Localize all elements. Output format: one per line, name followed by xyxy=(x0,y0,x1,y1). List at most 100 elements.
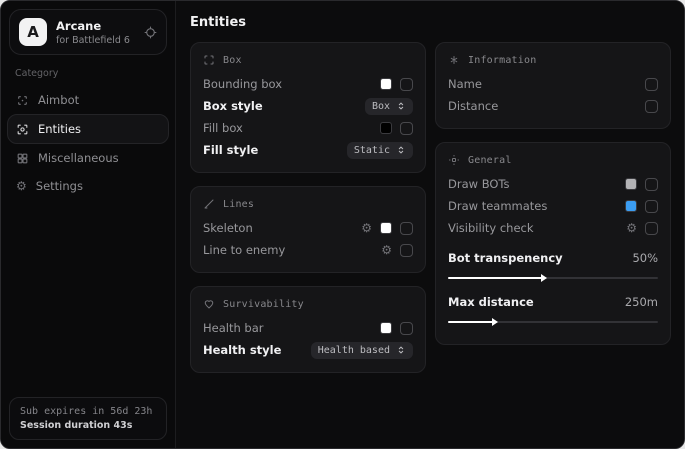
general-card: General Draw BOTs Draw teammates xyxy=(435,142,671,345)
dropdown-value: Health based xyxy=(318,345,390,356)
setting-row: Draw teammates xyxy=(448,195,658,217)
sidebar-item-miscellaneous[interactable]: Miscellaneous xyxy=(7,144,169,172)
crosshair-icon xyxy=(16,94,29,107)
color-swatch[interactable] xyxy=(380,222,392,234)
box-corners-icon xyxy=(203,54,215,66)
setting-label: Draw BOTs xyxy=(448,177,510,191)
setting-label: Line to enemy xyxy=(203,243,285,257)
sidebar-item-aimbot[interactable]: Aimbot xyxy=(7,86,169,114)
setting-row: Visibility check ⚙ xyxy=(448,217,658,239)
health-style-dropdown[interactable]: Health based xyxy=(311,342,413,359)
brand-avatar: A xyxy=(19,18,47,46)
category-label: Category xyxy=(15,68,161,79)
box-card: Box Bounding box Box style Box xyxy=(190,42,426,173)
checkbox[interactable] xyxy=(400,122,413,135)
general-card-header: General xyxy=(448,154,658,166)
color-swatch[interactable] xyxy=(380,322,392,334)
setting-label: Health style xyxy=(203,343,281,357)
app-window: A Arcane for Battlefield 6 Category Aimb… xyxy=(0,0,685,449)
card-title: Information xyxy=(468,55,536,66)
gear-icon: ⚙ xyxy=(16,180,27,192)
asterisk-icon xyxy=(448,54,460,66)
setting-label: Fill style xyxy=(203,143,258,157)
setting-label: Fill box xyxy=(203,121,243,135)
survivability-card-header: Survivability xyxy=(203,298,413,310)
setting-row: Fill box xyxy=(203,117,413,139)
gear-icon[interactable]: ⚙ xyxy=(626,222,637,234)
information-card: Information Name Distance xyxy=(435,42,671,129)
setting-label: Name xyxy=(448,77,482,91)
color-swatch[interactable] xyxy=(380,122,392,134)
color-swatch[interactable] xyxy=(625,178,637,190)
chevron-up-down-icon xyxy=(396,345,406,355)
checkbox[interactable] xyxy=(645,100,658,113)
card-title: Survivability xyxy=(223,299,304,310)
setting-row: Distance xyxy=(448,95,658,117)
checkbox[interactable] xyxy=(400,244,413,257)
sidebar-item-label: Entities xyxy=(38,122,81,136)
session-duration-text: Session duration 43s xyxy=(20,420,156,431)
chevron-up-down-icon xyxy=(396,145,406,155)
setting-label: Health bar xyxy=(203,321,264,335)
box-style-dropdown[interactable]: Box xyxy=(365,98,413,115)
checkbox[interactable] xyxy=(645,200,658,213)
sidebar-item-settings[interactable]: ⚙ Settings xyxy=(7,172,169,200)
setting-row: Skeleton ⚙ xyxy=(203,217,413,239)
checkbox[interactable] xyxy=(400,78,413,91)
brand-subtitle: for Battlefield 6 xyxy=(56,35,135,46)
dropdown-value: Static xyxy=(354,145,390,156)
slider-thumb[interactable] xyxy=(541,274,547,282)
sidebar-item-entities[interactable]: Entities xyxy=(7,114,169,144)
lines-card: Lines Skeleton ⚙ Line to enemy ⚙ xyxy=(190,186,426,273)
setting-label: Distance xyxy=(448,99,498,113)
slider-track[interactable] xyxy=(448,277,658,279)
slider-value: 50% xyxy=(632,251,658,265)
sidebar-item-label: Aimbot xyxy=(38,93,79,107)
checkbox[interactable] xyxy=(645,222,658,235)
gear-icon[interactable]: ⚙ xyxy=(361,222,372,234)
checkbox[interactable] xyxy=(645,178,658,191)
layout-grid-icon xyxy=(16,152,29,165)
setting-row: Fill style Static xyxy=(203,139,413,161)
setting-row: Name xyxy=(448,73,658,95)
setting-label: Skeleton xyxy=(203,221,253,235)
sidebar-nav: Aimbot Entities Miscellaneous ⚙ Settings xyxy=(1,86,175,200)
subscription-card: Sub expires in 56d 23h Session duration … xyxy=(9,397,167,440)
setting-label: Box style xyxy=(203,99,263,113)
setting-row: Health style Health based xyxy=(203,339,413,361)
checkbox[interactable] xyxy=(400,322,413,335)
setting-row: Draw BOTs xyxy=(448,173,658,195)
card-title: Lines xyxy=(223,199,254,210)
checkbox[interactable] xyxy=(645,78,658,91)
setting-row: Line to enemy ⚙ xyxy=(203,239,413,261)
dropdown-value: Box xyxy=(372,101,390,112)
slider-label: Max distance xyxy=(448,295,534,309)
color-swatch[interactable] xyxy=(380,78,392,90)
heart-icon xyxy=(203,298,215,310)
setting-label: Bounding box xyxy=(203,77,282,91)
slider-bot-transpenency: Bot transpenency 50% xyxy=(448,245,658,279)
fill-style-dropdown[interactable]: Static xyxy=(347,142,413,159)
slider-track[interactable] xyxy=(448,321,658,323)
setting-label: Draw teammates xyxy=(448,199,547,213)
scan-eye-icon xyxy=(16,123,29,136)
setting-row: Health bar xyxy=(203,317,413,339)
checkbox[interactable] xyxy=(400,222,413,235)
target-icon[interactable] xyxy=(144,26,157,39)
slider-thumb[interactable] xyxy=(492,318,498,326)
sidebar-item-label: Miscellaneous xyxy=(38,151,119,165)
pencil-line-icon xyxy=(203,198,215,210)
color-swatch[interactable] xyxy=(625,200,637,212)
slider-value: 250m xyxy=(625,295,658,309)
sub-expires-text: Sub expires in 56d 23h xyxy=(20,406,156,417)
slider-max-distance: Max distance 250m xyxy=(448,289,658,323)
card-title: General xyxy=(468,155,512,166)
slider-fill xyxy=(448,321,496,323)
lines-card-header: Lines xyxy=(203,198,413,210)
information-card-header: Information xyxy=(448,54,658,66)
gear-icon[interactable]: ⚙ xyxy=(381,244,392,256)
chevron-up-down-icon xyxy=(396,101,406,111)
brand-text: Arcane for Battlefield 6 xyxy=(56,19,135,46)
main-content: Entities Box Bounding box xyxy=(176,1,684,448)
setting-label: Visibility check xyxy=(448,221,534,235)
